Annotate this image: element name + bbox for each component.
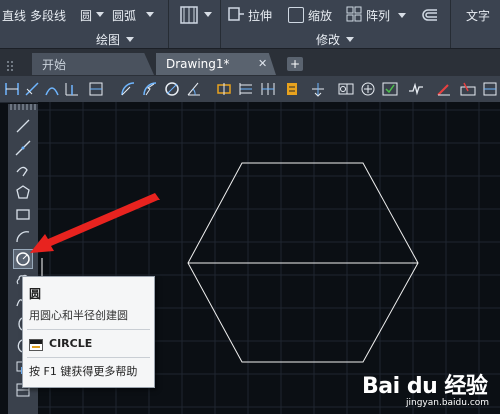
red-arrow-annotation [30,193,160,253]
watermark-brand: Bai du 经验 [362,374,488,399]
tooltip-description: 用圆心和半径创建圆 [29,309,128,322]
command-line-icon [29,339,43,351]
tooltip-help: 按 F1 键获得更多帮助 [29,365,138,378]
tooltip-command: CIRCLE [49,337,93,350]
tooltip-title: 圆 [29,287,42,301]
circle-tooltip: 圆 用圆心和半径创建圆 CIRCLE 按 F1 键获得更多帮助 [22,276,155,388]
baidu-jingyan-watermark: Bai du 经验 jingyan.baidu.com [362,368,498,412]
watermark-url: jingyan.baidu.com [406,398,490,408]
